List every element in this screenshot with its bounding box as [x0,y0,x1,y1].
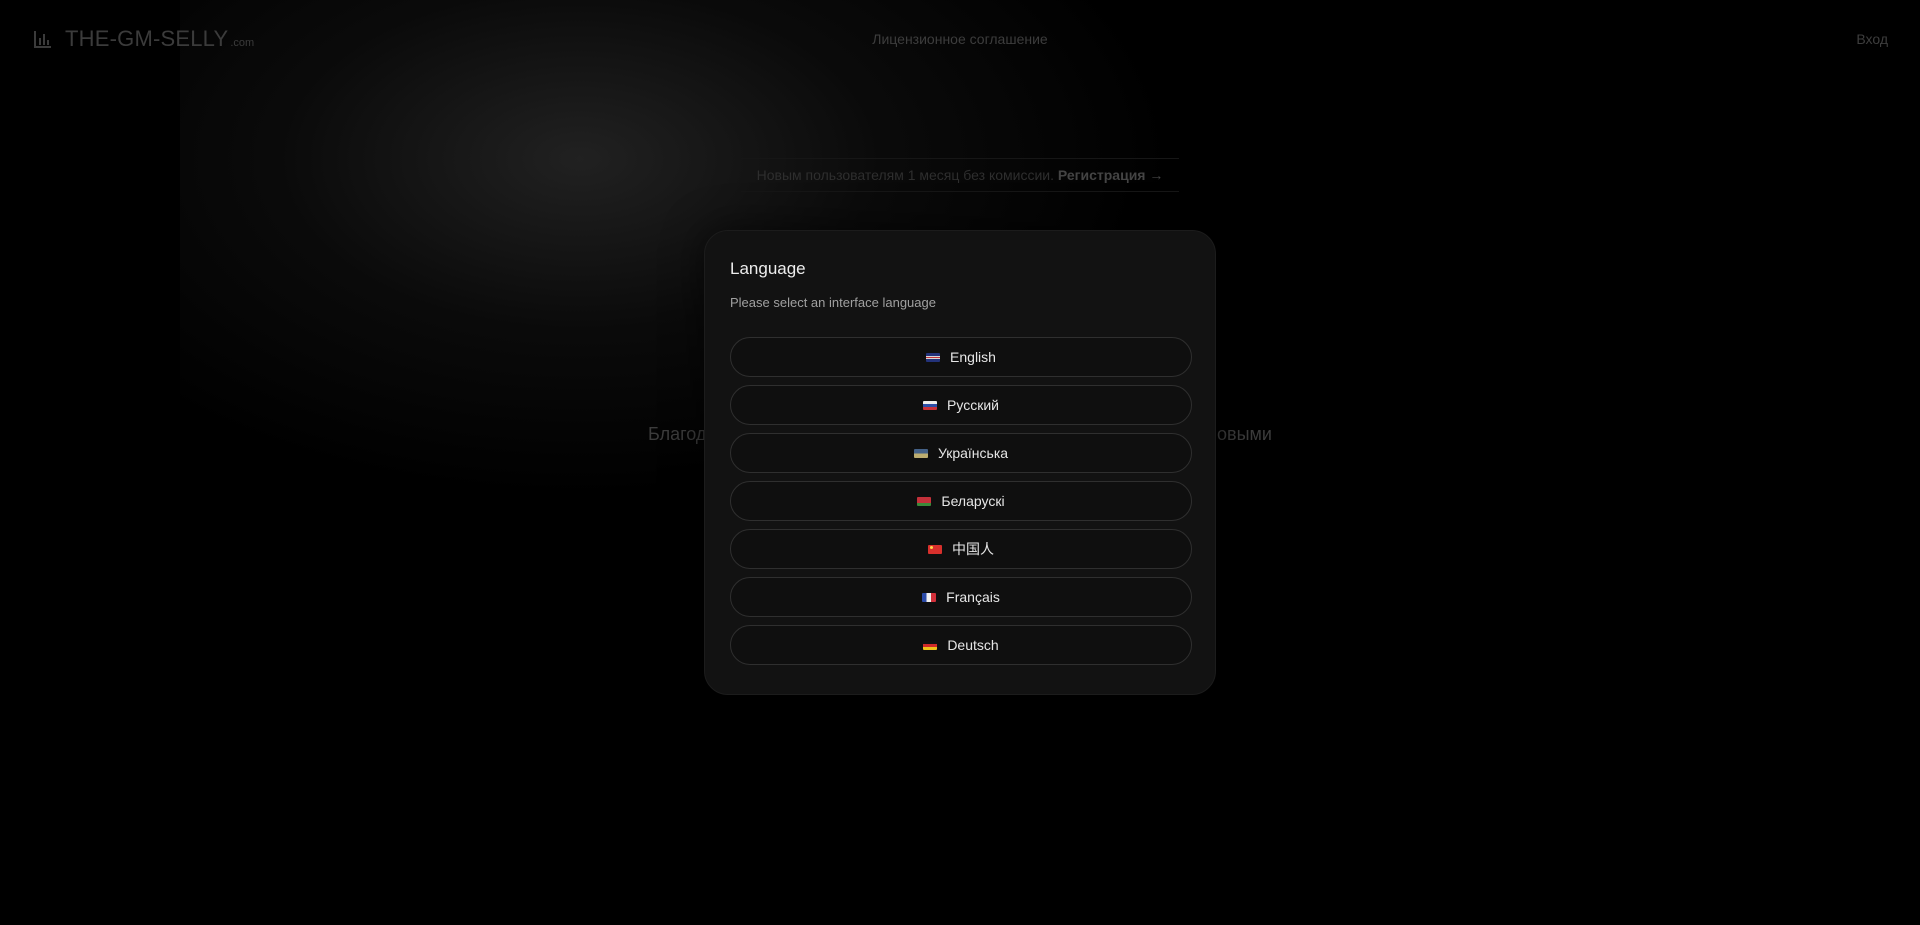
language-option-belarusian[interactable]: Беларускі [730,481,1192,521]
promo-text: Новым пользователям 1 месяц без комиссии… [756,167,1054,183]
de-flag-icon [923,640,938,650]
ru-flag-icon [923,400,938,410]
nav-license-container: Лицензионное соглашение [0,31,1920,47]
logo-text: THE-GM-SELLY [65,26,229,51]
language-label: Deutsch [947,637,999,653]
language-label: 中国人 [952,541,994,557]
language-label: Français [946,589,1000,605]
language-option-english[interactable]: English [730,337,1192,377]
promo-banner: Новым пользователям 1 месяц без комиссии… [0,158,1920,192]
language-option-german[interactable]: Deutsch [730,625,1192,665]
cn-flag-icon [928,544,942,554]
bar-chart-icon [34,31,51,48]
login-link[interactable]: Вход [1856,31,1888,47]
logo-suffix: .com [230,37,255,49]
promo-inner: Новым пользователям 1 месяц без комиссии… [740,158,1180,192]
language-label: Русский [947,397,999,413]
by-flag-icon [917,496,932,506]
language-modal: Language Please select an interface lang… [704,230,1216,695]
fr-flag-icon [922,592,937,602]
language-label: Українська [937,445,1009,461]
language-label: Беларускі [941,493,1005,509]
register-link[interactable]: Регистрация → [1058,167,1163,183]
page: THE-GM-SELLY .com Лицензионное соглашени… [0,0,1920,925]
language-option-ukrainian[interactable]: Українська [730,433,1192,473]
header: THE-GM-SELLY .com Лицензионное соглашени… [0,0,1920,78]
hero-tagline-left: Благод [648,424,707,444]
license-agreement-link[interactable]: Лицензионное соглашение [872,31,1047,47]
language-list: English Русский Українська Беларускі 中国人… [730,337,1192,665]
language-option-russian[interactable]: Русский [730,385,1192,425]
language-option-french[interactable]: Français [730,577,1192,617]
language-label: English [950,349,996,365]
gb-flag-icon [926,352,941,362]
ua-flag-icon [913,448,928,458]
modal-title: Language [730,259,806,278]
hero-tagline-right: овыми [1217,424,1272,444]
language-option-chinese[interactable]: 中国人 [730,529,1192,569]
logo-link[interactable]: THE-GM-SELLY .com [33,26,254,52]
modal-subtitle: Please select an interface language [730,295,936,310]
